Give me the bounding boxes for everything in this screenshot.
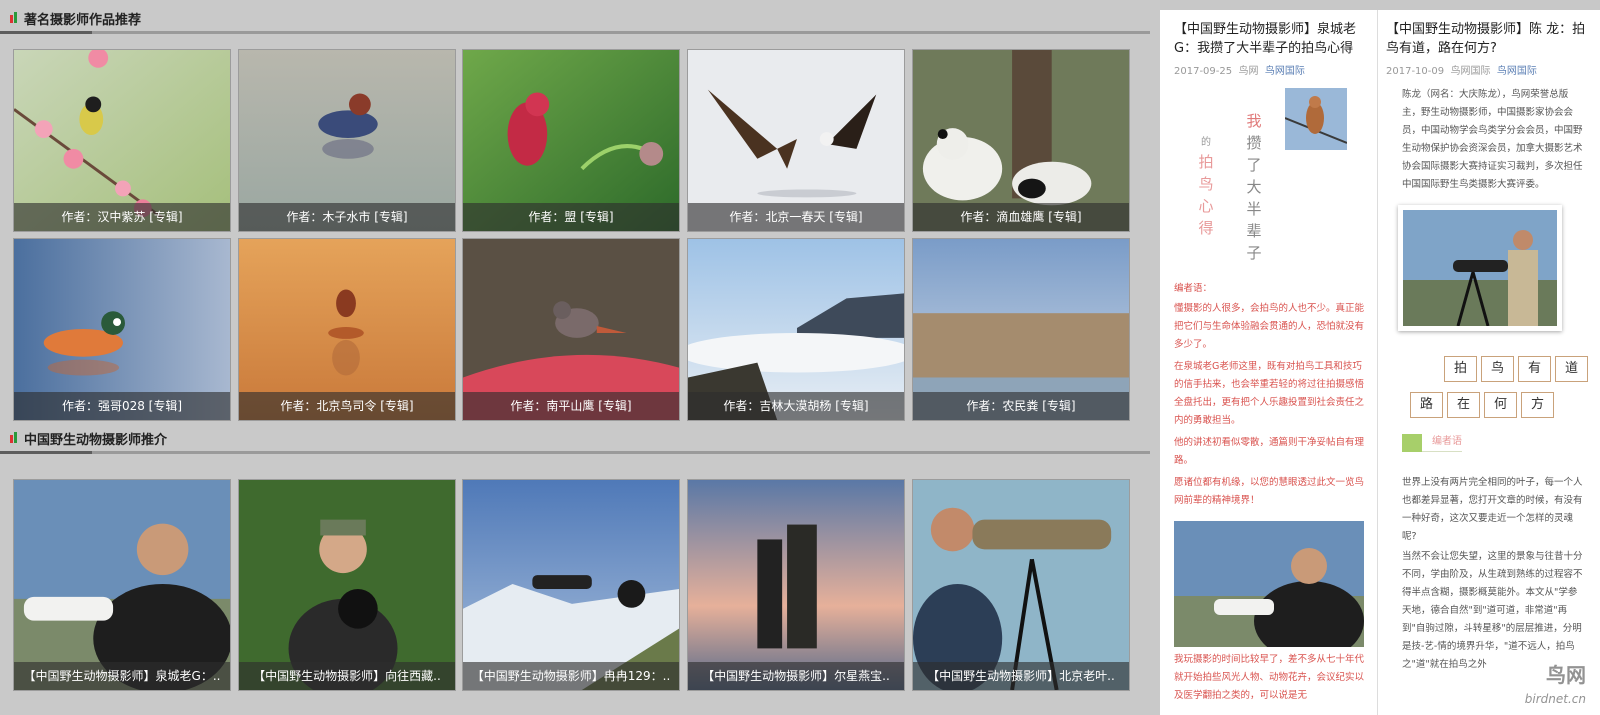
section-header-photographers: 中国野生动物摄影师推介	[0, 420, 1160, 454]
vchar: 了	[1246, 156, 1262, 174]
title-box: 道	[1555, 356, 1588, 382]
section-title: 中国野生动物摄影师推介	[24, 433, 168, 448]
photographer-tile[interactable]: 【中国野生动物摄影师】尔星燕宝..	[687, 479, 905, 691]
vchar: 子	[1246, 244, 1262, 262]
work-tile[interactable]: 作者：盟 [专辑]	[462, 49, 680, 232]
article-source: 鸟网国际	[1450, 66, 1491, 77]
vertical-title-right: 我 攒 了 大 半 辈 子	[1242, 110, 1266, 264]
title-box: 鸟	[1481, 356, 1514, 382]
editor-tag-icon	[1402, 434, 1422, 452]
title-box: 在	[1447, 392, 1480, 418]
work-caption[interactable]: 作者：盟 [专辑]	[463, 203, 679, 231]
work-caption[interactable]: 作者：木子水市 [专辑]	[239, 203, 455, 231]
photographer-caption[interactable]: 【中国野生动物摄影师】冉冉129：..	[463, 662, 679, 690]
article-meta: 2017-10-09 鸟网国际 鸟网国际	[1386, 62, 1537, 77]
section-rule	[0, 451, 1150, 454]
article-panel-1[interactable]: 【中国野生动物摄影师】泉城老G：我攒了大半辈子的拍鸟心得 2017-09-25 …	[1160, 10, 1377, 715]
title-boxes-row1: 拍 鸟 有 道	[1444, 356, 1592, 382]
watermark-cn: 鸟网	[1546, 663, 1586, 687]
section-rule	[0, 31, 1150, 34]
title-box: 路	[1410, 392, 1443, 418]
photo-photographer-mountains	[463, 480, 679, 690]
vchar: 拍	[1198, 153, 1214, 171]
bird-thumbnail	[1285, 88, 1347, 150]
article-body: 我玩摄影的时间比较早了，差不多从七十年代就开始拍些风光人物、动物花卉，会议纪实以…	[1174, 654, 1365, 701]
title-box: 何	[1484, 392, 1517, 418]
author-photo-frame	[1398, 205, 1562, 331]
article-photo	[1174, 521, 1364, 647]
editor-paragraph: 懂摄影的人很多，会拍鸟的人也不少。真正能把它们与生命体验融会贯通的人，恐怕就没有…	[1174, 303, 1365, 350]
photographer-tile[interactable]: 【中国野生动物摄影师】北京老叶..	[912, 479, 1130, 691]
photographer-tile[interactable]: 【中国野生动物摄影师】向往西藏..	[238, 479, 456, 691]
article-title[interactable]: 【中国野生动物摄影师】泉城老G：我攒了大半辈子的拍鸟心得	[1174, 20, 1364, 58]
title-box: 方	[1521, 392, 1554, 418]
photographer-tile[interactable]: 【中国野生动物摄影师】泉城老G：..	[13, 479, 231, 691]
article-link[interactable]: 鸟网国际	[1265, 66, 1305, 77]
section-flag-icon	[10, 432, 18, 443]
author-bio: 陈龙（网名：大庆陈龙），鸟网荣誉总版主，野生动物摄影师，中国摄影家协会会员，中国…	[1402, 89, 1583, 190]
featured-area: 著名摄影师作品推荐 作者：汉中紫苏 [专辑] 作者：木子水市 [专辑] 作者：盟…	[0, 0, 1160, 715]
work-tile[interactable]: 作者：北京鸟司令 [专辑]	[238, 238, 456, 421]
vchar: 鸟	[1198, 175, 1214, 193]
vchar: 辈	[1246, 222, 1262, 240]
vchar: 大	[1246, 178, 1262, 196]
vchar: 半	[1246, 200, 1262, 218]
work-tile[interactable]: 作者：南平山鹰 [专辑]	[462, 238, 680, 421]
vertical-title-left: 的 拍 鸟 心 得	[1194, 135, 1218, 239]
work-caption[interactable]: 作者：南平山鹰 [专辑]	[463, 392, 679, 420]
editor-tag-label: 编者语	[1432, 436, 1462, 447]
birdnet-watermark: 鸟网 birdnet.cn	[1525, 659, 1586, 707]
photo-two-people-sunset	[688, 480, 904, 690]
work-caption[interactable]: 作者：吉林大漠胡杨 [专辑]	[688, 392, 904, 420]
editor-paragraph: 愿诸位都有机缘，以您的慧眼透过此文一览鸟网前辈的精神境界！	[1174, 477, 1365, 506]
author-photo	[1403, 210, 1557, 326]
editor-notes: 懂摄影的人很多，会拍鸟的人也不少。真正能把它们与生命体验融会贯通的人，恐怕就没有…	[1174, 300, 1366, 510]
photographer-caption[interactable]: 【中国野生动物摄影师】北京老叶..	[913, 662, 1129, 690]
editor-tag: 编者语	[1402, 430, 1462, 452]
work-tile[interactable]: 作者：吉林大漠胡杨 [专辑]	[687, 238, 905, 421]
photo-photographer-lakeside	[14, 480, 230, 690]
editor-paragraph: 他的讲述初看似零散，通篇则干净妥帖自有理路。	[1174, 437, 1365, 466]
article-source: 鸟网	[1238, 66, 1259, 77]
photographer-caption[interactable]: 【中国野生动物摄影师】尔星燕宝..	[688, 662, 904, 690]
vchar: 攒	[1246, 134, 1262, 152]
work-tile[interactable]: 作者：强哥028 [专辑]	[13, 238, 231, 421]
vchar: 我	[1246, 112, 1262, 130]
title-box: 有	[1518, 356, 1551, 382]
work-caption[interactable]: 作者：强哥028 [专辑]	[14, 392, 230, 420]
watermark-en: birdnet.cn	[1524, 692, 1586, 706]
editor-paragraph: 在泉城老G老师这里，既有对拍鸟工具和技巧的信手拈来，也会举重若轻的将过往拍摄感悟…	[1174, 361, 1365, 426]
work-tile[interactable]: 作者：汉中紫苏 [专辑]	[13, 49, 231, 232]
photographer-caption[interactable]: 【中国野生动物摄影师】向往西藏..	[239, 662, 455, 690]
work-caption[interactable]: 作者：农民粪 [专辑]	[913, 392, 1129, 420]
section-flag-icon	[10, 12, 18, 23]
photographer-tile[interactable]: 【中国野生动物摄影师】冉冉129：..	[462, 479, 680, 691]
work-caption[interactable]: 作者：汉中紫苏 [专辑]	[14, 203, 230, 231]
title-box: 拍	[1444, 356, 1477, 382]
work-caption[interactable]: 作者：北京一春天 [专辑]	[688, 203, 904, 231]
photo-photographer-with-lens	[913, 480, 1129, 690]
article-meta: 2017-09-25 鸟网 鸟网国际	[1174, 62, 1305, 77]
title-boxes-row2: 路 在 何 方	[1410, 392, 1558, 418]
work-tile[interactable]: 作者：木子水市 [专辑]	[238, 49, 456, 232]
article-date: 2017-10-09	[1386, 66, 1445, 77]
editor-label: 编者语：	[1174, 283, 1213, 294]
vchar-small: 的	[1201, 137, 1211, 148]
article-paragraph: 世界上没有两片完全相同的叶子，每一个人也都差异显著，您打开文章的时候，有没有一种…	[1402, 477, 1583, 542]
work-tile[interactable]: 作者：农民粪 [专辑]	[912, 238, 1130, 421]
work-tile[interactable]: 作者：滴血雄鹰 [专辑]	[912, 49, 1130, 232]
article-date: 2017-09-25	[1174, 66, 1233, 77]
photographer-caption[interactable]: 【中国野生动物摄影师】泉城老G：..	[14, 662, 230, 690]
vchar: 得	[1198, 219, 1214, 237]
work-caption[interactable]: 作者：北京鸟司令 [专辑]	[239, 392, 455, 420]
work-tile[interactable]: 作者：北京一春天 [专辑]	[687, 49, 905, 232]
work-caption[interactable]: 作者：滴血雄鹰 [专辑]	[913, 203, 1129, 231]
photo-photographer-forest	[239, 480, 455, 690]
section-header-featured: 著名摄影师作品推荐	[0, 0, 1160, 34]
article-link[interactable]: 鸟网国际	[1497, 66, 1537, 77]
section-title: 著名摄影师作品推荐	[24, 13, 142, 28]
article-title[interactable]: 【中国野生动物摄影师】陈 龙：拍鸟有道，路在何方?	[1386, 20, 1591, 58]
vchar: 心	[1198, 197, 1214, 215]
article-panel-2[interactable]: 【中国野生动物摄影师】陈 龙：拍鸟有道，路在何方? 2017-10-09 鸟网国…	[1378, 10, 1600, 715]
